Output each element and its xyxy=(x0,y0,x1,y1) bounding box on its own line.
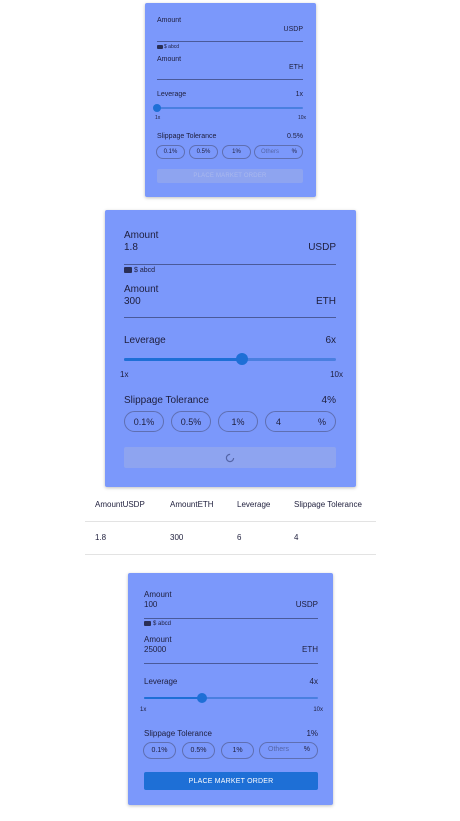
column-header-slippage: Slippage Tolerance xyxy=(294,500,362,510)
slippage-label: Slippage Tolerance xyxy=(157,133,217,140)
amount-usdp-currency: USDP xyxy=(295,600,318,609)
amount-eth-currency: ETH xyxy=(316,296,336,307)
cell-leverage: 6 xyxy=(237,533,242,542)
leverage-label: Leverage xyxy=(157,91,187,98)
slippage-value: 0.5% xyxy=(287,133,303,140)
slippage-option-0-5[interactable]: 0.5% xyxy=(182,742,215,759)
place-market-order-button[interactable]: PLACE MARKET ORDER xyxy=(144,772,318,790)
cell-amount-usdp: 1.8 xyxy=(95,533,107,542)
slippage-others-input[interactable]: Others % xyxy=(259,742,318,759)
amount-eth-label: Amount xyxy=(157,56,182,63)
slippage-others-input[interactable]: 4 % xyxy=(265,411,336,432)
slippage-option-0-5[interactable]: 0.5% xyxy=(171,411,211,432)
wallet-icon xyxy=(144,621,151,626)
amount-usdp-underline xyxy=(124,264,336,265)
leverage-slider-thumb[interactable] xyxy=(197,693,207,703)
others-placeholder: Others xyxy=(268,746,290,753)
wallet-balance: $ abcd xyxy=(157,44,179,50)
slippage-option-0-1[interactable]: 0.1% xyxy=(143,742,176,759)
slider-max-label: 10x xyxy=(313,707,323,713)
cell-slippage: 4 xyxy=(294,533,299,542)
wallet-icon xyxy=(157,44,163,49)
percent-sign: % xyxy=(317,417,326,427)
place-market-order-button[interactable]: PLACE MARKET ORDER xyxy=(157,169,303,183)
amount-eth-input[interactable]: 300 xyxy=(124,296,274,309)
amount-usdp-underline xyxy=(157,41,303,42)
slippage-option-0-1[interactable]: 0.1% xyxy=(156,145,185,159)
cell-amount-eth: 300 xyxy=(170,533,184,542)
slippage-label: Slippage Tolerance xyxy=(144,729,212,738)
loading-spinner-icon xyxy=(225,453,235,462)
order-form-card-3: Amount 100 USDP $ abcd Amount 25000 ETH … xyxy=(128,573,333,805)
leverage-label: Leverage xyxy=(144,677,178,686)
amount-usdp-currency: USDP xyxy=(283,26,303,33)
leverage-slider-fill xyxy=(124,358,242,361)
amount-eth-underline xyxy=(124,317,336,318)
leverage-label: Leverage xyxy=(124,335,166,346)
leverage-slider-fill xyxy=(144,697,202,699)
order-form-card-2: Amount 1.8 USDP $ abcd Amount 300 ETH Le… xyxy=(105,210,356,487)
amount-eth-currency: ETH xyxy=(302,645,318,654)
slider-min-label: 1x xyxy=(120,370,129,379)
place-market-order-button-loading[interactable] xyxy=(124,447,336,468)
slider-max-label: 10x xyxy=(297,115,306,121)
slippage-option-1[interactable]: 1% xyxy=(221,742,254,759)
percent-sign: % xyxy=(303,746,310,753)
column-header-amount-usdp: AmountUSDP xyxy=(95,500,145,510)
column-header-amount-eth: AmountETH xyxy=(170,500,214,510)
slippage-option-1[interactable]: 1% xyxy=(222,145,251,159)
table-row: 1.8 300 6 4 xyxy=(85,521,376,554)
amount-usdp-input[interactable] xyxy=(157,26,257,35)
order-form-card-1: Amount USDP $ abcd Amount ETH Leverage 1… xyxy=(145,3,316,197)
amount-eth-underline xyxy=(144,663,318,664)
percent-sign: % xyxy=(291,149,297,155)
amount-usdp-underline xyxy=(144,618,318,619)
leverage-slider-thumb[interactable] xyxy=(236,353,248,365)
leverage-value: 6x xyxy=(325,335,336,346)
submitted-values-table: AmountUSDP AmountETH Leverage Slippage T… xyxy=(85,489,376,555)
others-placeholder: Others xyxy=(261,149,280,155)
amount-eth-currency: ETH xyxy=(289,64,303,71)
amount-usdp-currency: USDP xyxy=(308,242,336,253)
column-header-leverage: Leverage xyxy=(237,500,271,510)
leverage-value: 4x xyxy=(309,677,318,686)
slippage-label: Slippage Tolerance xyxy=(124,395,209,406)
slippage-option-1[interactable]: 1% xyxy=(218,411,258,432)
slider-min-label: 1x xyxy=(140,707,147,713)
slippage-option-0-1[interactable]: 0.1% xyxy=(124,411,164,432)
wallet-balance: $ abcd xyxy=(124,267,155,274)
slider-max-label: 10x xyxy=(330,370,343,379)
slippage-value: 1% xyxy=(306,729,318,738)
amount-eth-input[interactable] xyxy=(157,65,257,74)
leverage-slider-thumb[interactable] xyxy=(153,104,161,112)
leverage-slider-track[interactable] xyxy=(157,107,303,109)
slippage-option-0-5[interactable]: 0.5% xyxy=(189,145,218,159)
amount-usdp-input[interactable]: 100 xyxy=(144,600,264,610)
table-header-row: AmountUSDP AmountETH Leverage Slippage T… xyxy=(85,489,376,521)
slider-min-label: 1x xyxy=(155,115,161,121)
wallet-icon xyxy=(124,267,132,274)
amount-eth-label: Amount xyxy=(144,635,172,644)
wallet-balance: $ abcd xyxy=(144,621,171,627)
amount-usdp-input[interactable]: 1.8 xyxy=(124,242,274,255)
others-input-value: 4 xyxy=(276,417,282,427)
amount-eth-underline xyxy=(157,79,303,80)
amount-eth-input[interactable]: 25000 xyxy=(144,645,264,655)
leverage-value: 1x xyxy=(295,91,303,98)
amount-usdp-label: Amount xyxy=(157,17,182,24)
slippage-value: 4% xyxy=(321,395,336,406)
amount-usdp-label: Amount xyxy=(144,590,172,599)
slippage-others-input[interactable]: Others % xyxy=(254,145,303,159)
amount-eth-label: Amount xyxy=(124,284,159,295)
amount-usdp-label: Amount xyxy=(124,230,159,241)
